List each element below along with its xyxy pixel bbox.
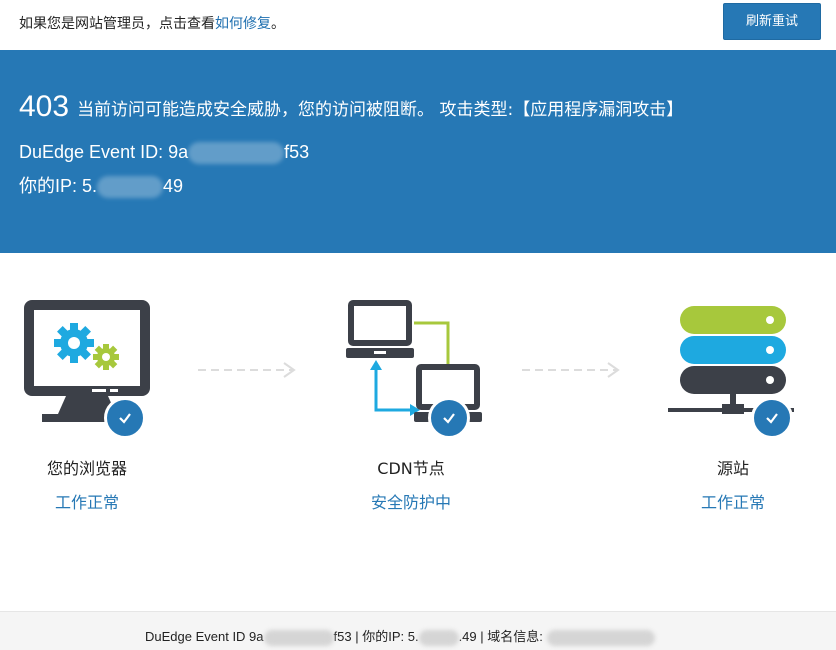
admin-hint-text: 如果您是网站管理员，点击查看 xyxy=(19,16,215,32)
admin-hint: 如果您是网站管理员，点击查看如何修复。 xyxy=(19,13,285,33)
redacted-blur xyxy=(547,630,655,646)
event-id-suffix: f53 xyxy=(284,142,309,162)
arrow-right-icon xyxy=(196,360,300,380)
error-description: 当前访问可能造成安全威胁，您的访问被阻断。 攻击类型:【应用程序漏洞攻击】 xyxy=(77,100,683,120)
browser-node-status: 工作正常 xyxy=(22,489,152,513)
redacted-blur xyxy=(264,630,334,646)
browser-node: 您的浏览器 工作正常 xyxy=(22,455,152,513)
browser-check-icon xyxy=(104,397,146,439)
error-code: 403 xyxy=(19,90,69,123)
error-headline: 403 当前访问可能造成安全威胁，您的访问被阻断。 攻击类型:【应用程序漏洞攻击】 xyxy=(19,90,683,124)
footer-event-prefix: DuEdge Event ID 9a xyxy=(145,629,264,644)
browser-node-title: 您的浏览器 xyxy=(22,455,152,479)
admin-hint-suffix: 。 xyxy=(271,16,285,32)
event-id: DuEdge Event ID: 9a f53 xyxy=(19,142,309,164)
refresh-button[interactable]: 刷新重试 xyxy=(723,3,821,40)
top-bar: 如果您是网站管理员，点击查看如何修复。 刷新重试 xyxy=(0,0,836,50)
client-ip: 你的IP: 5. 49 xyxy=(19,172,183,198)
cdn-node: CDN节点 安全防护中 xyxy=(346,455,476,513)
origin-node: 源站 工作正常 xyxy=(668,455,798,513)
footer-bar: DuEdge Event ID 9a f53 | 你的IP: 5. .49 | 域名… xyxy=(0,611,836,650)
error-banner: 403 当前访问可能造成安全威胁，您的访问被阻断。 攻击类型:【应用程序漏洞攻击】… xyxy=(0,50,836,253)
cdn-node-title: CDN节点 xyxy=(346,455,476,479)
cdn-node-status: 安全防护中 xyxy=(346,489,476,513)
cdn-check-icon xyxy=(428,397,470,439)
redacted-blur xyxy=(188,142,284,164)
event-id-prefix: DuEdge Event ID: 9a xyxy=(19,142,188,162)
footer-info: DuEdge Event ID 9a f53 | 你的IP: 5. .49 | 域名… xyxy=(145,626,655,646)
footer-event-suffix: f53 | 你的IP: 5. xyxy=(334,629,419,644)
how-to-fix-link[interactable]: 如何修复 xyxy=(215,16,271,32)
client-ip-prefix: 你的IP: 5. xyxy=(19,176,97,196)
redacted-blur xyxy=(419,630,459,646)
client-ip-suffix: 49 xyxy=(163,176,183,196)
arrow-right-icon xyxy=(520,360,624,380)
origin-node-status: 工作正常 xyxy=(668,489,798,513)
origin-check-icon xyxy=(751,397,793,439)
redacted-blur xyxy=(97,176,163,198)
footer-ip-suffix: .49 | 域名信息: xyxy=(459,629,543,644)
origin-node-title: 源站 xyxy=(668,455,798,479)
